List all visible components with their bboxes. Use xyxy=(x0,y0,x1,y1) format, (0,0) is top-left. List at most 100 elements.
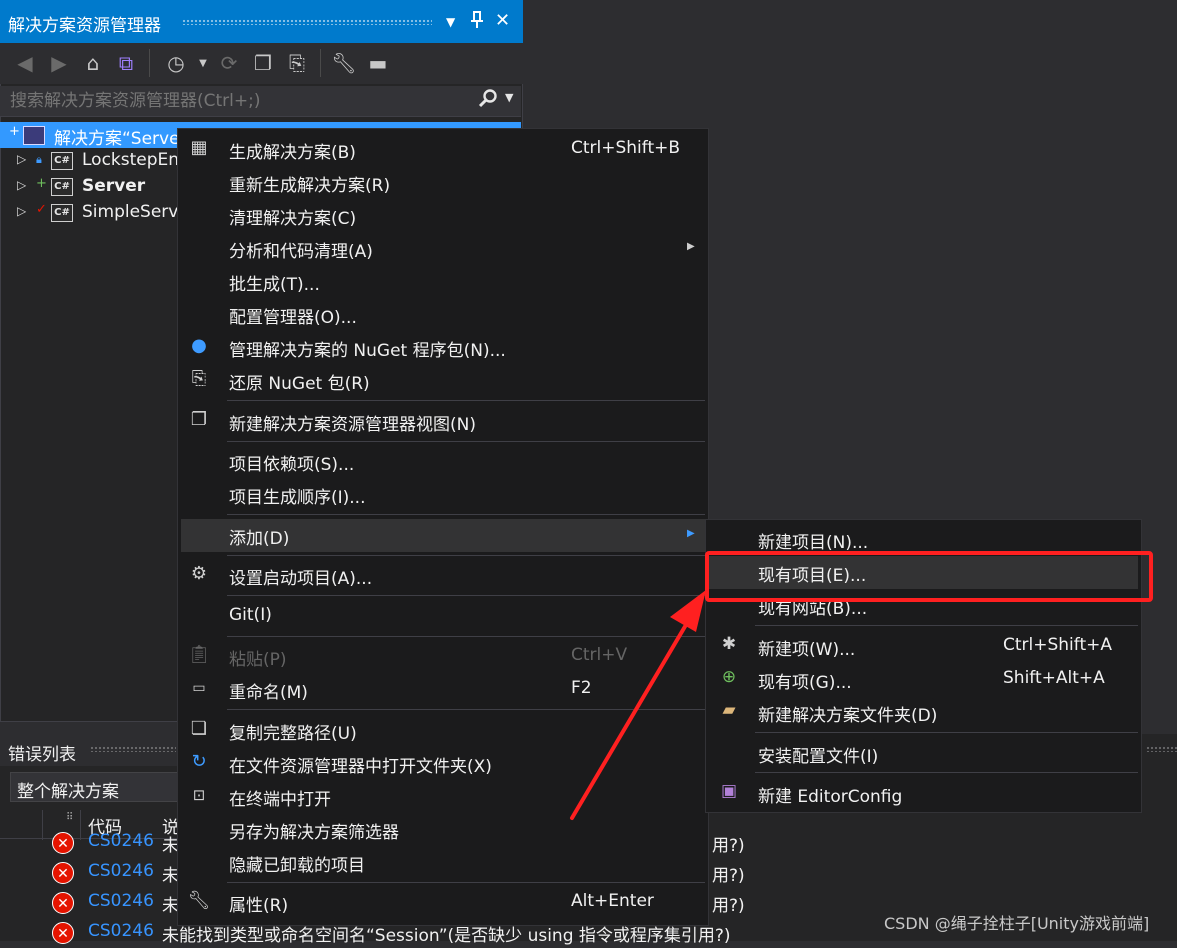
home-icon[interactable]: ⌂ xyxy=(80,51,106,75)
menu-separator xyxy=(227,441,705,442)
menu-item-project-dependencies[interactable]: 项目依赖项(S)... xyxy=(181,445,705,478)
error-scope-dropdown[interactable]: 整个解决方案 xyxy=(10,772,180,802)
expand-arrow-icon[interactable]: ▷ xyxy=(17,204,26,218)
toolbar-separator xyxy=(149,49,150,77)
checkmark-icon: ✓ xyxy=(36,202,47,217)
menu-item-build-order[interactable]: 项目生成顺序(I)... xyxy=(181,478,705,511)
switch-views-icon[interactable]: ⧉ xyxy=(113,51,139,75)
drag-grip[interactable] xyxy=(90,746,176,752)
new-folder-icon: ▰ xyxy=(722,700,736,720)
search-input[interactable] xyxy=(0,86,470,116)
menu-item-configuration-manager[interactable]: 配置管理器(O)... xyxy=(181,298,705,331)
menu-item-properties[interactable]: 🔧︎ 属性(R) Alt+Enter xyxy=(181,886,705,919)
menu-separator xyxy=(227,400,705,401)
expand-arrow-icon[interactable]: ▷ xyxy=(17,178,26,192)
menu-separator xyxy=(227,555,705,556)
menu-separator xyxy=(227,595,705,596)
menu-item-set-startup[interactable]: ⚙ 设置启动项目(A)... xyxy=(181,559,705,592)
solution-explorer-titlebar: 解决方案资源管理器 ▼ ✕ xyxy=(0,0,523,43)
menu-item-open-terminal[interactable]: ⊡ 在终端中打开 xyxy=(181,780,705,813)
wrench-icon: 🔧︎ xyxy=(187,890,211,911)
submenu-item-new-editorconfig[interactable]: ▣ 新建 EditorConfig xyxy=(709,777,1138,810)
build-icon: ▦ xyxy=(190,137,208,158)
error-code-link[interactable]: CS0246 xyxy=(88,921,154,941)
submenu-item-new-solution-folder[interactable]: ▰ 新建解决方案文件夹(D) xyxy=(709,696,1138,729)
error-description-tail: 用?) xyxy=(712,896,745,916)
filter-dropdown-icon[interactable]: ▼ xyxy=(190,58,216,69)
pending-changes-filter-icon[interactable]: ◷ xyxy=(163,51,189,75)
submenu-arrow-icon: ▶ xyxy=(687,609,695,620)
csharp-project-icon: C# xyxy=(51,152,73,170)
clipboard-icon: 📋︎ xyxy=(187,644,211,665)
menu-item-git[interactable]: Git(I) ▶ xyxy=(181,600,705,633)
tree-item-label: LockstepEn xyxy=(82,150,180,170)
menu-item-manage-nuget[interactable]: ● 管理解决方案的 NuGet 程序包(N)... xyxy=(181,331,705,364)
highlight-box xyxy=(705,551,1153,602)
gear-icon: ⚙ xyxy=(190,563,208,584)
error-list-title: 错误列表 xyxy=(8,745,76,765)
menu-item-restore-nuget[interactable]: ⎘ 还原 NuGet 包(R) xyxy=(181,364,705,397)
sort-grip-icon[interactable]: ⠿ xyxy=(66,812,73,823)
menu-item-save-filter[interactable]: 另存为解决方案筛选器 xyxy=(181,813,705,846)
watermark: CSDN @绳子拴柱子[Unity游戏前端] xyxy=(884,914,1150,933)
drag-grip[interactable] xyxy=(1146,746,1177,752)
scope-value: 整个解决方案 xyxy=(17,782,119,802)
tree-item-label: Server xyxy=(82,176,146,196)
menu-item-hide-unloaded[interactable]: 隐藏已卸载的项目 xyxy=(181,846,705,879)
error-description-tail: 用?) xyxy=(712,836,745,856)
search-icon[interactable] xyxy=(478,89,498,114)
restore-package-icon: ⎘ xyxy=(191,368,207,389)
show-all-files-icon[interactable]: ⎘ xyxy=(284,51,310,75)
menu-separator xyxy=(227,709,705,710)
error-icon: ✕ xyxy=(52,892,74,914)
tree-item-label: 解决方案“Serve xyxy=(54,129,180,149)
added-plus-icon: + xyxy=(36,176,47,191)
error-description-tail: 用?) xyxy=(712,866,745,886)
search-options-dropdown-icon[interactable]: ▼ xyxy=(505,91,513,104)
error-code-link[interactable]: CS0246 xyxy=(88,831,154,851)
solution-explorer-search: ▼ xyxy=(0,86,521,117)
submenu-arrow-icon: ▶ xyxy=(687,528,695,539)
menu-item-analyze[interactable]: 分析和代码清理(A) ▶ xyxy=(181,232,705,265)
pin-icon[interactable] xyxy=(470,11,484,33)
error-code-link[interactable]: CS0246 xyxy=(88,861,154,881)
menu-item-rebuild-solution[interactable]: 重新生成解决方案(R) xyxy=(181,166,705,199)
menu-item-add[interactable]: 添加(D) ▶ xyxy=(181,519,705,552)
menu-item-batch-build[interactable]: 批生成(T)... xyxy=(181,265,705,298)
new-item-icon: ✱︎ xyxy=(721,634,737,654)
preview-selected-icon[interactable]: ▬ xyxy=(365,51,391,75)
sync-icon[interactable]: ⟳ xyxy=(216,51,242,75)
submenu-item-existing-item[interactable]: ⊕ 现有项(G)... Shift+Alt+A xyxy=(709,663,1138,696)
error-icon: ✕ xyxy=(52,862,74,884)
menu-item-rename[interactable]: ▭ 重命名(M) F2 xyxy=(181,673,705,706)
submenu-item-new-item[interactable]: ✱︎ 新建项(W)... Ctrl+Shift+A xyxy=(709,630,1138,663)
submenu-arrow-icon: ▶ xyxy=(687,241,695,252)
properties-wrench-icon[interactable]: 🔧︎ xyxy=(331,51,357,75)
menu-item-new-explorer-view[interactable]: ❐ 新建解决方案资源管理器视图(N) xyxy=(181,405,705,438)
added-plus-icon: + xyxy=(9,124,20,139)
error-icon: ✕ xyxy=(52,832,74,854)
drag-grip[interactable] xyxy=(182,19,432,25)
toolbar-separator xyxy=(320,49,321,77)
menu-separator xyxy=(227,882,705,883)
menu-separator xyxy=(755,625,1138,626)
solution-explorer-toolbar: ◀ ▶ ⌂ ⧉ ◷ ▼ ⟳ ❐ ⎘ 🔧︎ ▬ xyxy=(0,43,523,84)
submenu-item-install-config[interactable]: 安装配置文件(I) xyxy=(709,737,1138,770)
nuget-icon: ● xyxy=(191,335,207,356)
collapse-all-icon[interactable]: ❐ xyxy=(250,51,276,75)
menu-item-copy-full-path[interactable]: ❏ 复制完整路径(U) xyxy=(181,714,705,747)
add-existing-item-icon: ⊕ xyxy=(721,667,737,687)
menu-item-open-folder[interactable]: ↻ 在文件资源管理器中打开文件夹(X) xyxy=(181,747,705,780)
rename-icon: ▭ xyxy=(192,680,206,696)
menu-item-build-solution[interactable]: ▦ 生成解决方案(B) Ctrl+Shift+B xyxy=(181,133,705,166)
menu-item-paste[interactable]: 📋︎ 粘贴(P) Ctrl+V xyxy=(181,640,705,673)
back-icon[interactable]: ◀ xyxy=(12,51,38,75)
menu-item-clean-solution[interactable]: 清理解决方案(C) xyxy=(181,199,705,232)
error-code-link[interactable]: CS0246 xyxy=(88,891,154,911)
forward-icon[interactable]: ▶ xyxy=(46,51,72,75)
expand-arrow-icon[interactable]: ▷ xyxy=(17,152,26,166)
close-icon[interactable]: ✕ xyxy=(495,10,510,31)
menu-separator xyxy=(227,636,705,637)
menu-separator xyxy=(755,772,1138,773)
window-position-dropdown-icon[interactable]: ▼ xyxy=(446,15,455,29)
